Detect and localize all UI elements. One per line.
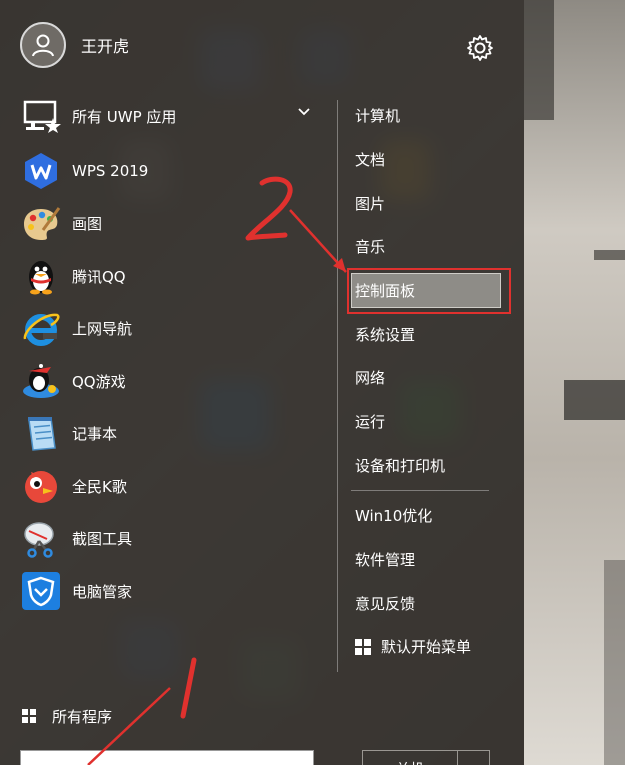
place-label: 计算机 (355, 107, 401, 126)
uwp-apps-icon (23, 100, 61, 133)
place-item-pictures[interactable]: 图片 (355, 181, 515, 225)
k-song-icon (20, 465, 62, 507)
app-label: 上网导航 (72, 320, 133, 339)
app-item-paint[interactable]: 画图 (20, 198, 320, 251)
place-item-computer[interactable]: 计算机 (355, 94, 515, 138)
chevron-down-icon[interactable] (296, 104, 312, 120)
place-label: 网络 (355, 369, 386, 388)
extra-item-software-manage[interactable]: 软件管理 (355, 538, 515, 582)
search-box[interactable] (20, 750, 314, 765)
place-label: 系统设置 (355, 325, 416, 344)
column-divider (337, 100, 338, 672)
section-divider (351, 490, 489, 491)
qq-penguin-icon (20, 255, 62, 297)
place-item-control-panel[interactable]: 控制面板 (347, 267, 515, 314)
place-item-run[interactable]: 运行 (355, 400, 515, 444)
places-list: 计算机 文档 图片 音乐 控制面板 系统设置 网络 运行 设备和打印机 (347, 94, 515, 488)
extra-label: 意见反馈 (355, 594, 416, 613)
app-label: 电脑管家 (72, 582, 133, 601)
place-label: 音乐 (355, 238, 386, 257)
app-label: 腾讯QQ (72, 267, 126, 286)
uwp-apps-item[interactable]: 所有 UWP 应用 (20, 98, 320, 134)
app-label: QQ游戏 (72, 372, 126, 391)
windows-logo-icon (355, 638, 371, 655)
start-menu: 王开虎 所有 UWP 应用 WPS 2019 画图 腾讯QQ 上网导航 QQ游戏… (0, 0, 524, 765)
ie-browser-icon (20, 308, 62, 350)
place-label: 控制面板 (355, 282, 416, 301)
shutdown-button[interactable]: 关机 (362, 750, 458, 765)
shutdown-label: 关机 (396, 759, 424, 765)
notepad-icon (20, 413, 62, 455)
snipping-tool-icon (20, 518, 62, 560)
app-item-wps[interactable]: WPS 2019 (20, 145, 320, 198)
extra-item-win10-optimize[interactable]: Win10优化 (355, 494, 515, 538)
all-programs-grid-icon (22, 709, 36, 723)
extra-label: 软件管理 (355, 551, 416, 570)
search-input[interactable] (21, 751, 313, 765)
place-item-documents[interactable]: 文档 (355, 138, 515, 182)
extra-label: Win10优化 (355, 507, 433, 526)
app-item-ie[interactable]: 上网导航 (20, 303, 320, 356)
place-label: 文档 (355, 151, 386, 170)
wps-icon (20, 150, 62, 192)
extra-label: 默认开始菜单 (381, 638, 472, 657)
app-item-notepad[interactable]: 记事本 (20, 408, 320, 461)
extra-item-default-start-menu[interactable]: 默认开始菜单 (355, 625, 515, 669)
place-label: 图片 (355, 194, 386, 213)
shutdown-options-button[interactable] (458, 750, 490, 765)
place-label: 运行 (355, 413, 386, 432)
app-item-k-song[interactable]: 全民K歌 (20, 460, 320, 513)
app-label: WPS 2019 (72, 162, 149, 181)
app-item-pc-manager[interactable]: 电脑管家 (20, 565, 320, 618)
place-item-network[interactable]: 网络 (355, 356, 515, 400)
extra-item-feedback[interactable]: 意见反馈 (355, 581, 515, 625)
app-item-qq[interactable]: 腾讯QQ (20, 250, 320, 303)
uwp-apps-label: 所有 UWP 应用 (72, 107, 177, 126)
all-programs-label: 所有程序 (52, 707, 113, 726)
pc-manager-shield-icon (20, 570, 62, 612)
paint-palette-icon (20, 203, 62, 245)
user-account-button[interactable]: 王开虎 (20, 22, 129, 68)
app-label: 截图工具 (72, 530, 133, 549)
user-name: 王开虎 (81, 37, 130, 56)
extras-list: Win10优化 软件管理 意见反馈 默认开始菜单 (355, 494, 515, 669)
app-item-qq-game[interactable]: QQ游戏 (20, 355, 320, 408)
app-label: 全民K歌 (72, 477, 127, 496)
all-programs-button[interactable]: 所有程序 (22, 702, 112, 730)
app-list: WPS 2019 画图 腾讯QQ 上网导航 QQ游戏 记事本 全民K歌 截图工具… (20, 145, 320, 618)
place-label: 设备和打印机 (355, 456, 446, 475)
app-item-snipping-tool[interactable]: 截图工具 (20, 513, 320, 566)
app-label: 记事本 (72, 425, 118, 444)
desktop-photo (524, 0, 625, 765)
user-avatar-icon (20, 22, 66, 68)
gear-icon[interactable] (466, 34, 494, 62)
app-label: 画图 (72, 215, 103, 234)
place-item-devices-printers[interactable]: 设备和打印机 (355, 444, 515, 488)
place-item-system-settings[interactable]: 系统设置 (355, 312, 515, 356)
place-item-music[interactable]: 音乐 (355, 225, 515, 269)
qq-game-icon (20, 360, 62, 402)
